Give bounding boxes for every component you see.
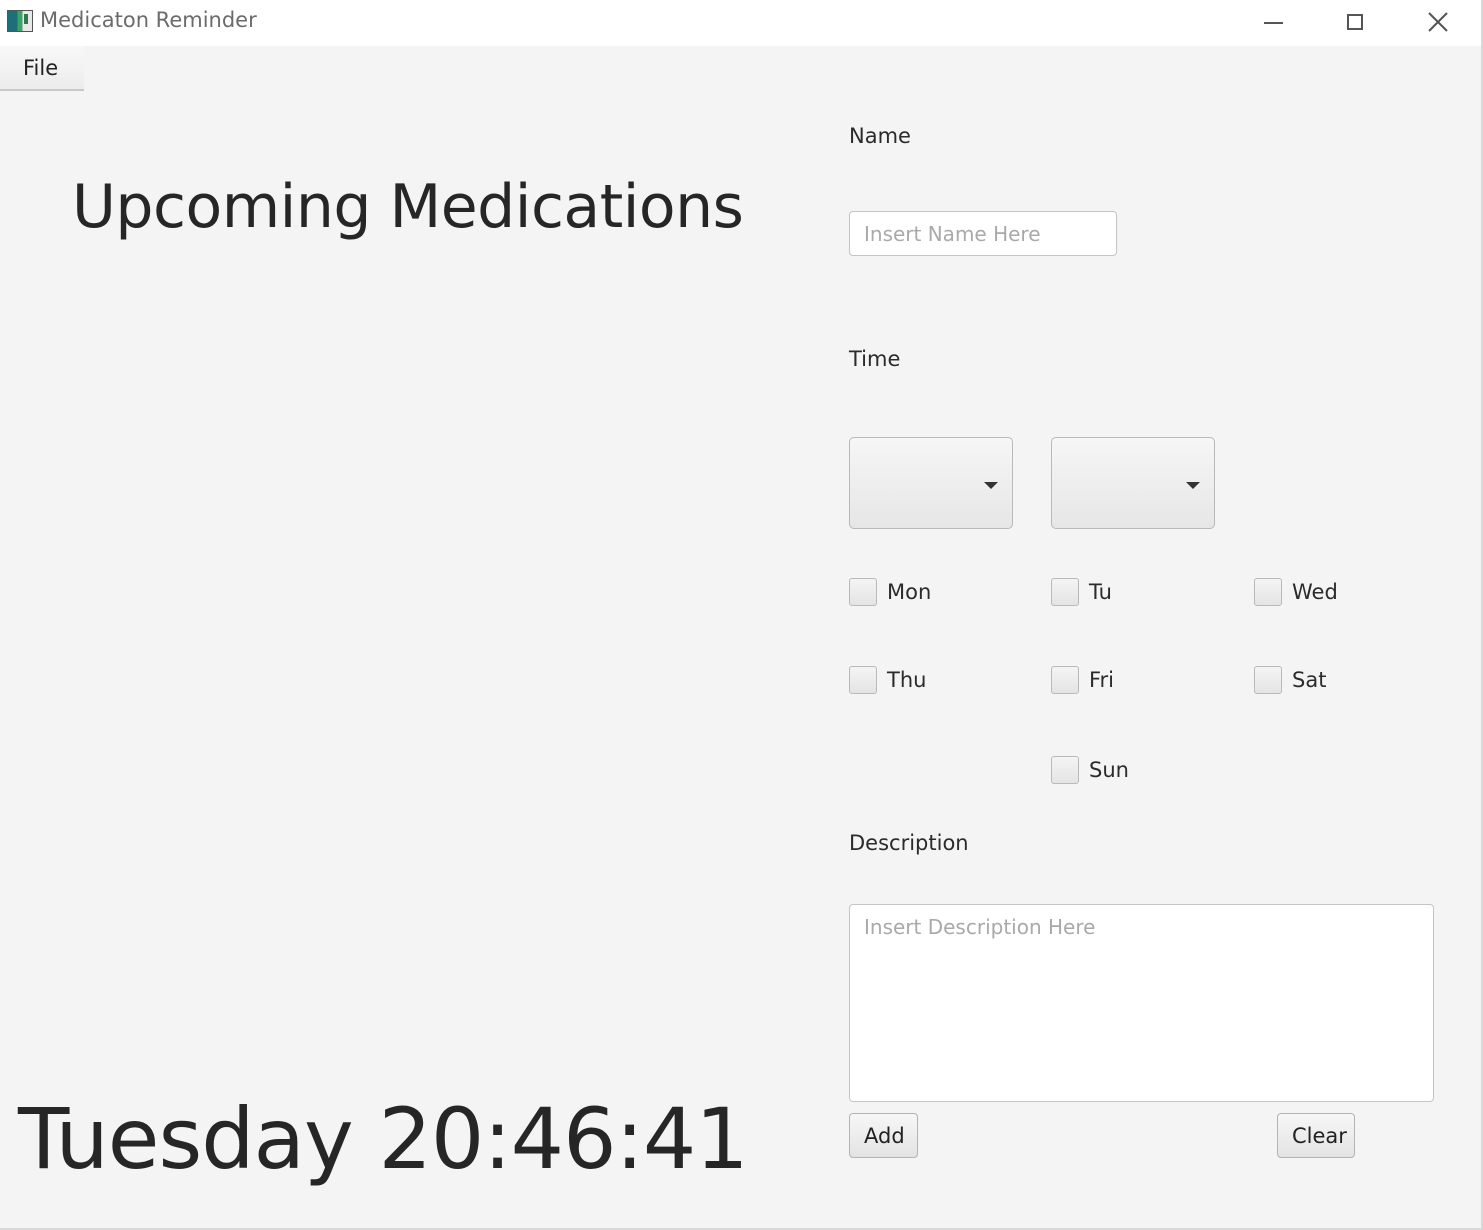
chevron-down-icon xyxy=(1186,482,1200,489)
checkbox-label: Sun xyxy=(1089,758,1129,782)
app-window: Medicaton Reminder File Upcoming Medicat… xyxy=(0,0,1483,1230)
minimize-icon xyxy=(1263,22,1283,24)
name-input[interactable] xyxy=(849,211,1117,256)
checkbox-wed[interactable]: Wed xyxy=(1254,578,1338,606)
checkbox-box[interactable] xyxy=(1051,666,1079,694)
checkbox-box[interactable] xyxy=(849,666,877,694)
checkbox-mon[interactable]: Mon xyxy=(849,578,931,606)
upcoming-medications-heading: Upcoming Medications xyxy=(72,172,744,242)
checkbox-label: Tu xyxy=(1089,580,1112,604)
menu-file[interactable]: File xyxy=(0,46,84,91)
description-label: Description xyxy=(849,831,969,855)
app-icon xyxy=(7,10,33,32)
checkbox-sun[interactable]: Sun xyxy=(1051,756,1129,784)
menu-bar: File xyxy=(0,46,1481,92)
checkbox-sat[interactable]: Sat xyxy=(1254,666,1326,694)
clock-display: Tuesday 20:46:41 xyxy=(18,1090,749,1188)
maximize-button[interactable] xyxy=(1320,0,1390,44)
time-label: Time xyxy=(849,347,901,371)
name-label: Name xyxy=(849,124,911,148)
checkbox-label: Fri xyxy=(1089,668,1115,692)
minute-select[interactable] xyxy=(1051,437,1215,529)
checkbox-label: Sat xyxy=(1292,668,1327,692)
close-button[interactable] xyxy=(1403,0,1473,44)
hour-select[interactable] xyxy=(849,437,1013,529)
window-title: Medicaton Reminder xyxy=(40,8,257,32)
description-textarea[interactable] xyxy=(849,904,1434,1102)
clear-button[interactable]: Clear xyxy=(1277,1113,1355,1158)
checkbox-tu[interactable]: Tu xyxy=(1051,578,1112,606)
checkbox-label: Wed xyxy=(1292,580,1338,604)
chevron-down-icon xyxy=(984,482,998,489)
checkbox-box[interactable] xyxy=(1051,578,1079,606)
maximize-icon xyxy=(1347,14,1363,30)
checkbox-label: Mon xyxy=(887,580,932,604)
checkbox-label: Thu xyxy=(887,668,927,692)
minimize-button[interactable] xyxy=(1238,0,1308,44)
checkbox-box[interactable] xyxy=(1254,578,1282,606)
checkbox-fri[interactable]: Fri xyxy=(1051,666,1114,694)
checkbox-box[interactable] xyxy=(849,578,877,606)
close-icon xyxy=(1428,12,1448,32)
checkbox-thu[interactable]: Thu xyxy=(849,666,926,694)
checkbox-box[interactable] xyxy=(1051,756,1079,784)
add-button[interactable]: Add xyxy=(849,1113,918,1158)
title-bar: Medicaton Reminder xyxy=(0,0,1481,46)
checkbox-box[interactable] xyxy=(1254,666,1282,694)
